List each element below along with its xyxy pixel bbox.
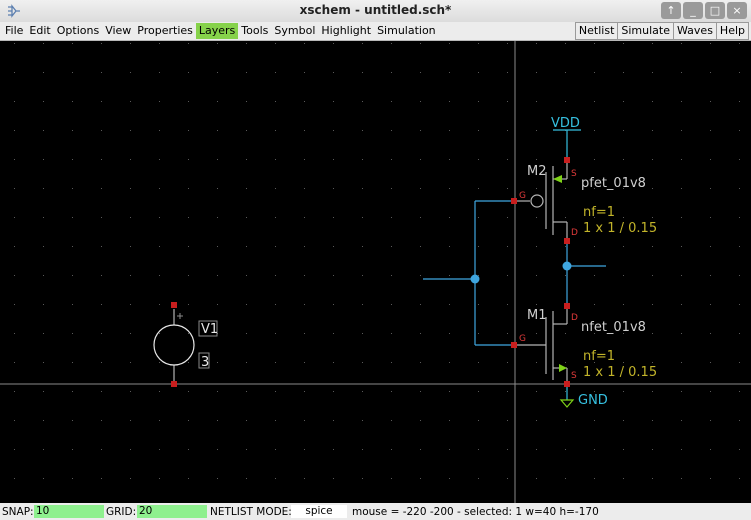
waves-button[interactable]: Waves [673,22,717,40]
v1-value: 3 [201,355,209,370]
menu-view[interactable]: View [102,23,134,39]
netlist-mode-value[interactable]: spice [291,505,347,518]
mouse-info: mouse = -220 -200 - selected: 1 w=40 h=-… [352,506,599,518]
schematic-svg[interactable]: VDD M2 pfet_01v8 nf=1 1 x 1 / 0.15 G S D… [0,41,751,503]
m1-pin-d: D [571,313,578,323]
junction-output [562,261,572,271]
keep-above-button[interactable]: ↑ [661,2,681,19]
minimize-button[interactable]: _ [683,2,703,19]
m1-model: nfet_01v8 [581,320,646,335]
status-bar: SNAP: 10 GRID: 20 NETLIST MODE: spice mo… [0,503,751,520]
menu-tools[interactable]: Tools [238,23,271,39]
m2-size: 1 x 1 / 0.15 [583,221,657,236]
m1-ref: M1 [527,308,547,323]
m1-nf: nf=1 [583,349,615,364]
v1-ref: V1 [201,322,218,337]
netlist-mode-label: NETLIST MODE: [210,506,292,518]
maximize-button[interactable]: □ [705,2,725,19]
m1-pin-s: S [571,371,577,381]
m2-pin-g: G [519,191,526,201]
m2-ref: M2 [527,164,547,179]
grid-label: GRID: [106,506,137,518]
menu-highlight[interactable]: Highlight [318,23,374,39]
m1-size: 1 x 1 / 0.15 [583,365,657,380]
menu-symbol[interactable]: Symbol [271,23,318,39]
snap-input[interactable]: 10 [34,505,104,518]
menu-simulation[interactable]: Simulation [374,23,439,39]
m2-model: pfet_01v8 [581,176,646,191]
simulate-button[interactable]: Simulate [617,22,674,40]
menu-properties[interactable]: Properties [134,23,196,39]
help-button[interactable]: Help [715,22,749,40]
netlist-button[interactable]: Netlist [574,22,619,40]
m2-pin-d: D [571,228,578,238]
junction-gate [470,274,480,284]
menu-options[interactable]: Options [54,23,102,39]
snap-label: SNAP: [2,506,34,518]
menu-layers[interactable]: Layers [195,23,239,39]
menu-bar: File Edit Options View Properties Layers… [0,22,751,41]
m1-pin-g: G [519,334,526,344]
menu-file[interactable]: File [2,23,26,39]
grid-dots [0,41,751,503]
title-bar: xschem - untitled.sch* ↑ _ □ × [0,0,751,23]
vdd-text: VDD [551,116,580,131]
gnd-text: GND [578,393,608,408]
close-button[interactable]: × [727,2,747,19]
window-title: xschem - untitled.sch* [299,3,452,17]
m2-nf: nf=1 [583,205,615,220]
schematic-canvas[interactable]: VDD M2 pfet_01v8 nf=1 1 x 1 / 0.15 G S D… [0,41,751,503]
m2-pin-s: S [571,169,577,179]
grid-input[interactable]: 20 [137,505,207,518]
menu-edit[interactable]: Edit [26,23,53,39]
